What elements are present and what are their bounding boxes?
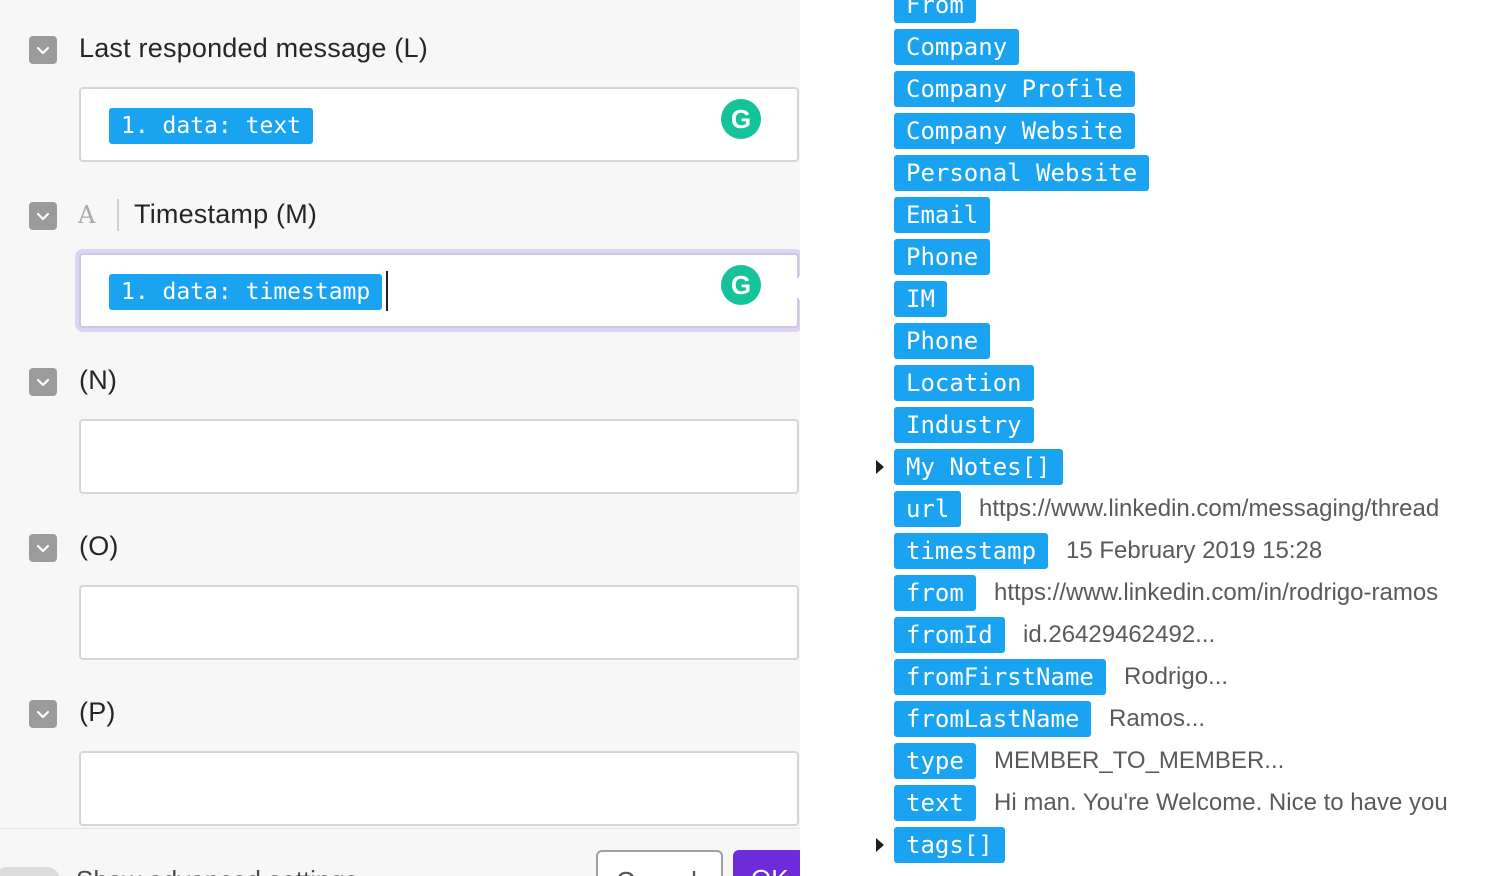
expand-arrow-icon[interactable] [876,838,884,852]
data-key-chip[interactable]: from [894,575,976,611]
data-key-chip[interactable]: Location [894,365,1034,401]
data-tree: From Company Company Profile Company Websit… [800,0,1498,876]
field-input-l[interactable]: 1. data: text G [79,87,799,162]
data-key-chip[interactable]: fromFirstName [894,659,1106,695]
field-label: (P) [79,697,116,727]
data-key-chip[interactable]: Industry [894,407,1034,443]
field-input-o[interactable] [79,585,799,660]
data-value: MEMBER_TO_MEMBER... [994,747,1285,774]
tree-row: My Notes[] [800,449,1498,485]
text-caret [386,271,388,311]
advanced-settings-toggle[interactable] [0,867,60,876]
grammarly-icon[interactable]: G [721,99,761,139]
grammarly-icon[interactable]: G [721,265,761,305]
tree-row: Company Profile [800,71,1498,107]
dialog-footer: Show advanced settings Cancel OK [0,828,800,876]
data-key-chip[interactable]: timestamp [894,533,1049,569]
data-key-chip[interactable]: From [894,0,976,23]
field-label: Last responded message (L) [79,33,428,63]
data-value: https://www.linkedin.com/messaging/threa… [979,495,1440,522]
expand-arrow-icon[interactable] [876,460,884,474]
mapped-token[interactable]: 1. data: timestamp [109,274,383,310]
field-input-n[interactable] [79,419,799,494]
tree-row: from https://www.linkedin.com/in/rodrigo-… [800,575,1498,611]
tree-row: From [800,0,1498,23]
field-toggle-checkbox[interactable] [29,36,57,64]
data-key-chip[interactable]: type [894,743,976,779]
field-label: Timestamp (M) [134,199,318,229]
field-input-m[interactable]: 1. data: timestamp G [79,253,799,328]
ok-button[interactable]: OK [733,850,800,876]
data-value: Ramos... [1109,705,1206,732]
chevron-down-icon [36,378,50,387]
advanced-settings-label: Show advanced settings [76,865,358,876]
tree-row: Location [800,365,1498,401]
chevron-down-icon [36,544,50,553]
tree-row: timestamp 15 February 2019 15:28 [800,533,1498,569]
data-value: https://www.linkedin.com/in/rodrigo-ramo… [994,579,1439,606]
field-toggle-checkbox[interactable] [29,202,57,230]
field-input-p[interactable] [79,751,799,826]
tree-row: tags[] [800,827,1498,863]
tree-row: url https://www.linkedin.com/messaging/th… [800,491,1498,527]
chevron-down-icon [36,710,50,719]
tree-row: fromId id.26429462492... [800,617,1498,653]
data-value: Hi man. You're Welcome. Nice to have you [994,789,1448,816]
data-key-chip[interactable]: Phone [894,323,991,359]
tree-row: fromLastName Ramos... [800,701,1498,737]
field-row-m: A Timestamp (M) [0,190,800,240]
data-picker-panel: From Company Company Profile Company Websit… [800,0,1498,876]
popover-pointer [786,276,800,300]
tree-row: Company [800,29,1498,65]
data-key-chip[interactable]: Company Website [894,113,1135,149]
field-row-l: Last responded message (L) [0,24,800,74]
data-key-chip[interactable]: Personal Website [894,155,1150,191]
chevron-down-icon [36,46,50,55]
chevron-down-icon [36,212,50,221]
tree-row: fromFirstName Rodrigo... [800,659,1498,695]
field-toggle-checkbox[interactable] [29,534,57,562]
field-row-p: (P) [0,688,800,738]
tree-row: Company Website [800,113,1498,149]
tree-row: Phone [800,239,1498,275]
data-key-chip[interactable]: Company Profile [894,71,1135,107]
data-key-chip[interactable]: IM [894,281,947,317]
cancel-button[interactable]: Cancel [596,850,723,876]
type-separator [117,199,119,231]
field-toggle-checkbox[interactable] [29,368,57,396]
data-key-chip[interactable]: Phone [894,239,991,275]
field-row-n: (N) [0,356,800,406]
data-value: id.26429462492... [1023,621,1216,648]
data-value: Rodrigo... [1124,663,1229,690]
text-type-icon: A [78,201,96,229]
tree-row: IM [800,281,1498,317]
tree-row: Phone [800,323,1498,359]
data-key-chip[interactable]: tags[] [894,827,1005,863]
field-toggle-checkbox[interactable] [29,700,57,728]
data-key-chip[interactable]: text [894,785,976,821]
data-key-chip[interactable]: Email [894,197,991,233]
data-key-chip[interactable]: My Notes[] [894,449,1063,485]
field-row-o: (O) [0,522,800,572]
data-key-chip[interactable]: Company [894,29,1020,65]
tree-row: Industry [800,407,1498,443]
field-label: (O) [79,531,119,561]
mapping-panel: Last responded message (L) 1. data: text… [0,0,800,876]
mapped-token[interactable]: 1. data: text [109,108,314,144]
data-key-chip[interactable]: url [894,491,962,527]
data-value: 15 February 2019 15:28 [1066,537,1323,564]
data-key-chip[interactable]: fromId [894,617,1005,653]
tree-row: text Hi man. You're Welcome. Nice to have… [800,785,1498,821]
data-key-chip[interactable]: fromLastName [894,701,1092,737]
value-fade-overlay [1458,490,1498,820]
field-label: (N) [79,365,118,395]
tree-row: Email [800,197,1498,233]
tree-row: Personal Website [800,155,1498,191]
tree-row: type MEMBER_TO_MEMBER... [800,743,1498,779]
